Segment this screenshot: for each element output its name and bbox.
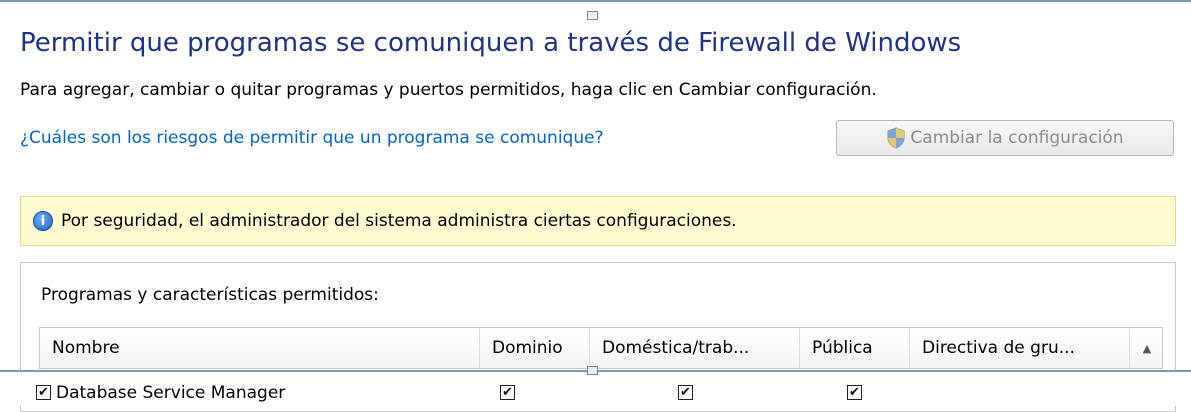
- row-home-work-checkbox[interactable]: ✔: [678, 385, 693, 400]
- change-settings-label: Cambiar la configuración: [910, 128, 1124, 148]
- row-domain-checkbox[interactable]: ✔: [500, 385, 515, 400]
- column-header-public[interactable]: Pública: [800, 328, 910, 368]
- scroll-up-arrow-icon[interactable]: ▲: [1132, 328, 1162, 368]
- row-enabled-checkbox[interactable]: ✔: [36, 385, 51, 400]
- info-icon: i: [33, 211, 53, 231]
- row-public-checkbox[interactable]: ✔: [847, 385, 862, 400]
- page-title: Permitir que programas se comuniquen a t…: [20, 28, 962, 58]
- column-header-home-work[interactable]: Doméstica/trab...: [590, 328, 800, 368]
- page-description: Para agregar, cambiar o quitar programas…: [20, 80, 877, 100]
- column-header-name[interactable]: Nombre: [40, 328, 480, 368]
- resize-handle-top[interactable]: [587, 11, 598, 20]
- resize-handle-middle[interactable]: [587, 366, 598, 375]
- info-bar-text: Por seguridad, el administrador del sist…: [61, 211, 737, 231]
- column-header-group-policy[interactable]: Directiva de gru...: [910, 328, 1130, 368]
- info-bar: i Por seguridad, el administrador del si…: [20, 196, 1176, 246]
- uac-shield-icon: [887, 127, 905, 149]
- change-settings-button[interactable]: Cambiar la configuración: [836, 120, 1174, 156]
- programs-table-header: Nombre Dominio Doméstica/trab... Pública…: [39, 327, 1163, 369]
- risks-help-link[interactable]: ¿Cuáles son los riesgos de permitir que …: [20, 128, 604, 148]
- allowed-programs-label: Programas y características permitidos:: [41, 285, 379, 305]
- row-program-name: Database Service Manager: [56, 383, 286, 403]
- column-header-domain[interactable]: Dominio: [480, 328, 590, 368]
- top-divider: [0, 0, 1191, 2]
